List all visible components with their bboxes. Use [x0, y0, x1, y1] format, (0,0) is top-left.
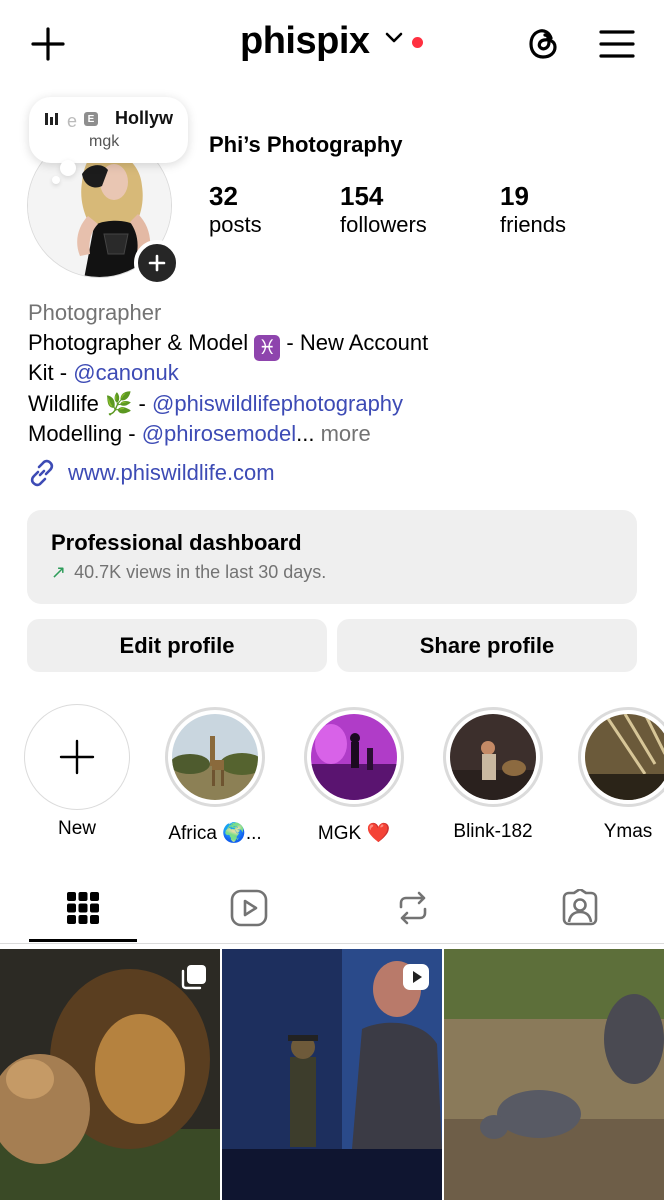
pisces-emoji: ♓: [254, 335, 281, 361]
plus-icon: [59, 739, 95, 775]
bio-text: Photographer & Model: [28, 330, 249, 355]
share-profile-button[interactable]: Share profile: [337, 619, 637, 672]
highlight-label: New: [57, 818, 96, 839]
highlight-thumbnail: [172, 714, 258, 800]
link-icon: [30, 459, 54, 487]
stat-followers[interactable]: 154 followers: [340, 181, 427, 239]
active-tab-indicator: [29, 939, 137, 942]
tab-tagged[interactable]: [525, 880, 635, 936]
professional-dashboard-card[interactable]: Professional dashboard ↗ 40.7K views in …: [27, 510, 637, 604]
bio-text: -: [132, 391, 152, 416]
bio-text: Kit -: [28, 360, 74, 385]
bio-line: Modelling - @phirosemodel... more: [28, 420, 371, 448]
menu-icon: [599, 30, 635, 58]
highlight-africa[interactable]: Africa 🌍...: [162, 704, 268, 845]
stat-friends[interactable]: 19 friends: [500, 181, 566, 239]
highlight-blink-182[interactable]: Blink-182: [440, 704, 546, 843]
carousel-icon: [181, 965, 206, 990]
stat-count: 154: [340, 181, 384, 211]
dashboard-views: 40.7K views in the last 30 days.: [74, 562, 327, 582]
bio-text: ...: [296, 421, 315, 446]
threads-button[interactable]: [522, 22, 564, 64]
stat-posts[interactable]: 32 posts: [209, 181, 262, 239]
reels-icon: [230, 889, 268, 927]
mention-link[interactable]: @phirosemodel: [142, 421, 296, 446]
bio-line: Photographer & Model ♓ - New Account: [28, 329, 428, 361]
reposts-icon: [399, 891, 427, 925]
highlight-ring: [165, 707, 265, 807]
more-button[interactable]: more: [314, 421, 371, 446]
plus-icon: [31, 27, 65, 61]
stat-count: 32: [209, 181, 238, 211]
highlight-label: Africa 🌍...: [168, 823, 262, 844]
note-tail: [60, 160, 76, 176]
highlight-label: MGK ❤️: [317, 823, 391, 844]
leaf-emoji: 🌿: [105, 391, 133, 416]
profile-display-name: Phi’s Photography: [209, 132, 403, 157]
website-url: www.phiswildlife.com: [68, 460, 275, 485]
threads-icon: [529, 29, 557, 59]
highlight-label: Blink-182: [453, 821, 533, 842]
dashboard-subtitle: ↗ 40.7K views in the last 30 days.: [51, 562, 326, 583]
highlight-ymas[interactable]: Ymas: [578, 704, 664, 843]
note-song-title: Hollyw: [115, 108, 174, 128]
bio-category: Photographer: [28, 299, 161, 327]
post-tile-hippos[interactable]: [444, 949, 664, 1200]
mention-link[interactable]: @phiswildlifephotography: [152, 391, 403, 416]
audio-bars-icon: [45, 113, 58, 125]
notification-dot: [412, 37, 423, 48]
highlight-mgk[interactable]: MGK ❤️: [301, 704, 407, 845]
post-tile-lions[interactable]: [0, 949, 220, 1200]
category-label: Photographer: [28, 300, 162, 325]
highlight-ring: [24, 704, 130, 810]
post-image: [444, 949, 664, 1200]
tab-divider: [0, 943, 664, 944]
mention-link[interactable]: @canonuk: [73, 360, 179, 385]
tab-posts-grid[interactable]: [28, 880, 138, 936]
username-switcher[interactable]: phispix: [240, 20, 370, 63]
edit-profile-button[interactable]: Edit profile: [27, 619, 327, 672]
note-tail-small: [52, 176, 60, 184]
tagged-icon: [562, 889, 598, 926]
highlight-thumbnail: [585, 714, 664, 800]
website-link[interactable]: www.phiswildlife.com: [28, 459, 275, 487]
highlight-ring: [578, 707, 664, 807]
bio-line: Wildlife 🌿 - @phiswildlifephotography: [28, 390, 403, 418]
highlight-label: Ymas: [603, 821, 653, 842]
chevron-down-icon[interactable]: [384, 30, 404, 46]
post-tile-concert[interactable]: [222, 949, 442, 1200]
tab-reposts[interactable]: [358, 880, 468, 936]
bio-line: Kit - @canonuk: [28, 359, 179, 387]
reel-icon: [403, 964, 429, 990]
trend-up-icon: ↗: [51, 562, 67, 582]
highlight-ring: [304, 707, 404, 807]
bio-text: Wildlife: [28, 391, 99, 416]
tab-reels[interactable]: [194, 880, 304, 936]
bio-text: Modelling -: [28, 421, 142, 446]
note-artist: mgk: [89, 133, 120, 150]
stat-label: followers: [340, 212, 427, 237]
plus-icon: [148, 254, 166, 272]
add-story-button[interactable]: [134, 240, 180, 286]
stat-label: posts: [209, 212, 262, 237]
highlight-thumbnail: [450, 714, 536, 800]
highlight-new[interactable]: New: [24, 704, 130, 840]
highlight-thumbnail: [311, 714, 397, 800]
bio-text: - New Account: [280, 330, 429, 355]
stat-count: 19: [500, 181, 529, 211]
stat-label: friends: [500, 212, 567, 237]
highlight-ring: [443, 707, 543, 807]
note-title-prefix: e: [67, 111, 78, 131]
menu-button[interactable]: [596, 24, 638, 64]
grid-icon: [67, 892, 99, 924]
create-button[interactable]: [28, 24, 68, 64]
music-note-bubble[interactable]: e E Hollyw mgk: [29, 97, 188, 163]
dashboard-title: Professional dashboard: [51, 530, 302, 555]
explicit-badge: E: [84, 112, 98, 126]
